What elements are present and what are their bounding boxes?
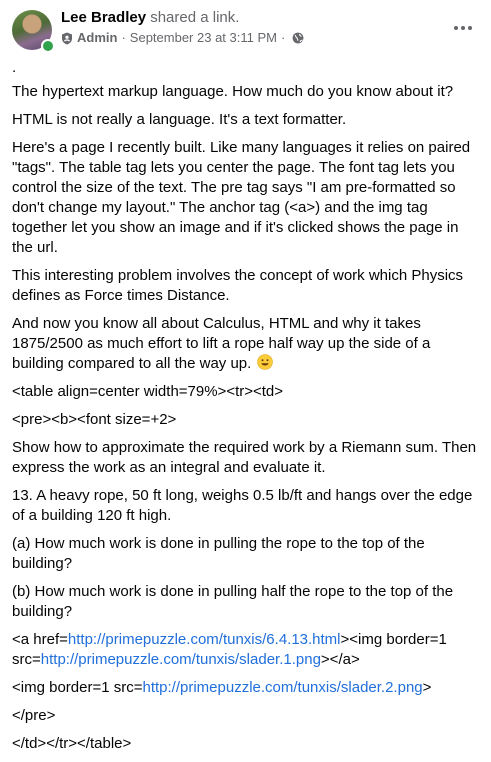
post-paragraph: Here's a page I recently built. Like man…: [12, 139, 471, 256]
post-text: <a href=: [12, 631, 68, 648]
link-slader-2-png[interactable]: http://primepuzzle.com/tunxis/slader.2.p…: [142, 679, 422, 696]
post-paragraph: HTML is not really a language. It's a te…: [12, 111, 347, 128]
post-paragraph: <img border=1 src=http://primepuzzle.com…: [12, 678, 480, 698]
post-header: Lee Bradley shared a link. Admin · Septe…: [0, 0, 491, 56]
post-paragraph: (b) How much work is done in pulling hal…: [12, 583, 454, 620]
author-line: Lee Bradley shared a link.: [61, 9, 239, 27]
facebook-post: Lee Bradley shared a link. Admin · Septe…: [0, 0, 491, 752]
more-options-button[interactable]: [447, 12, 479, 44]
post-paragraph: </td></tr></table>: [12, 735, 132, 752]
post-paragraph: </pre>: [12, 707, 56, 724]
role-label: Admin: [77, 30, 118, 45]
post-paragraph: And now you know all about Calculus, HTM…: [12, 314, 480, 374]
post-paragraph: This interesting problem involves the co…: [12, 267, 464, 304]
post-text: >: [422, 679, 432, 696]
online-status-dot: [41, 39, 55, 53]
post-paragraph: Show how to approximate the required wor…: [12, 439, 477, 476]
post-text: And now you know all about Calculus, HTM…: [12, 315, 431, 372]
more-options-icon: [454, 26, 458, 30]
post-body: . The hypertext markup language. How muc…: [12, 58, 480, 762]
post-text: <img border=1 src=: [12, 679, 143, 696]
globe-icon[interactable]: [292, 32, 304, 44]
post-meta: Admin · September 23 at 3:11 PM ·: [61, 30, 304, 46]
post-timestamp[interactable]: September 23 at 3:11 PM: [130, 30, 277, 46]
author-name[interactable]: Lee Bradley: [61, 9, 146, 26]
post-paragraph: <a href=http://primepuzzle.com/tunxis/6.…: [12, 630, 480, 670]
smile-emoji-icon: [257, 354, 274, 370]
meta-separator: ·: [121, 30, 126, 45]
post-text: ></a>: [320, 651, 360, 668]
post-paragraph: <pre><b><font size=+2>: [12, 411, 177, 428]
link-6-4-13-html[interactable]: http://primepuzzle.com/tunxis/6.4.13.htm…: [68, 631, 341, 648]
link-slader-1-png[interactable]: http://primepuzzle.com/tunxis/slader.1.p…: [41, 651, 321, 668]
post-paragraph: <table align=center width=79%><tr><td>: [12, 383, 284, 400]
post-paragraph: (a) How much work is done in pulling the…: [12, 535, 425, 572]
post-paragraph: The hypertext markup language. How much …: [12, 83, 454, 100]
admin-badge-icon: [62, 32, 72, 44]
meta-separator: ·: [280, 30, 286, 45]
post-paragraph: .: [12, 59, 17, 76]
post-paragraph: 13. A heavy rope, 50 ft long, weighs 0.5…: [12, 487, 473, 524]
post-action: shared a link.: [150, 9, 240, 26]
